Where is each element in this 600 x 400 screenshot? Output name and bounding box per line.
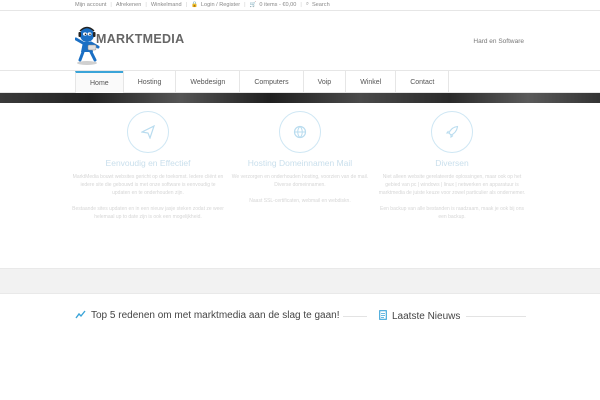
nav-item-computers[interactable]: Computers (239, 71, 302, 93)
divider-band (0, 268, 600, 294)
cart-link[interactable]: Winkelmand (151, 2, 182, 8)
hero-slider[interactable] (0, 93, 600, 103)
logo-text[interactable]: MARKTMEDIA (96, 32, 184, 46)
feature-text: We verzorgen en onderhouden hosting, voo… (220, 173, 380, 205)
document-icon (379, 310, 387, 322)
feature-card: Diversen Niet alleen website gerelateerd… (372, 111, 532, 229)
feature-card: Hosting Domeinnamen Mail We verzorgen en… (220, 111, 380, 213)
feature-text: MarktMedia bouwt websites gericht op de … (68, 173, 228, 221)
feature-paragraph: We verzorgen en onderhouden hosting, voo… (231, 174, 369, 188)
heading-rule (466, 316, 526, 317)
nav-item-hosting[interactable]: Hosting (122, 71, 176, 93)
feature-paragraph: Niet alleen website gerelateerde oplossi… (378, 174, 526, 196)
feature-paragraph: Bestaande sites updaten en in een nieuw … (72, 206, 224, 220)
top5-title: Top 5 redenen om met marktmedia aan de s… (91, 310, 340, 321)
news-title: Laatste Nieuws (392, 310, 461, 322)
site-header: MARKTMEDIA Hard en Software (0, 11, 600, 71)
main-navigation: Home Hosting Webdesign Computers Voip Wi… (0, 70, 600, 93)
top5-heading: Top 5 redenen om met marktmedia aan de s… (75, 310, 339, 321)
globe-icon (279, 111, 321, 153)
divider: | (244, 1, 246, 8)
checkout-link[interactable]: Afrekenen (116, 2, 142, 8)
divider: | (300, 1, 302, 8)
divider: | (110, 1, 112, 8)
trend-chart-icon (75, 310, 86, 321)
features-section: Eenvoudig en Effectief MarktMedia bouwt … (0, 103, 600, 268)
nav-item-webdesign[interactable]: Webdesign (175, 71, 239, 93)
nav-item-voip[interactable]: Voip (302, 71, 346, 93)
rocket-icon (431, 111, 473, 153)
feature-paragraph: MarktMedia bouwt websites gericht op de … (72, 174, 224, 196)
feature-title: Diversen (435, 158, 469, 168)
feature-text: Niet alleen website gerelateerde oplossi… (372, 173, 532, 221)
nav-item-home[interactable]: Home (75, 71, 123, 93)
heading-rule (343, 316, 367, 317)
lock-icon: 🔒 (191, 1, 198, 8)
cart-summary-link[interactable]: 0 items - €0,00 (259, 2, 296, 8)
feature-card: Eenvoudig en Effectief MarktMedia bouwt … (68, 111, 228, 229)
feature-title: Hosting Domeinnamen Mail (247, 158, 353, 168)
search-link[interactable]: Search (312, 2, 330, 8)
cart-icon: 🛒 (249, 1, 257, 8)
divider: | (185, 1, 188, 8)
divider: | (145, 1, 147, 8)
site-tagline: Hard en Software (473, 38, 524, 45)
feature-paragraph: Naast SSL-certificaten, webmail en webdi… (249, 198, 351, 204)
nav-item-winkel[interactable]: Winkel (345, 71, 395, 93)
nav-item-contact[interactable]: Contact (395, 71, 450, 93)
news-heading: Laatste Nieuws (379, 310, 460, 322)
login-link[interactable]: Login / Register (201, 2, 240, 8)
feature-title: Eenvoudig en Effectief (105, 158, 191, 168)
feature-paragraph: Een backup van alle bestanden is raadzaa… (380, 206, 524, 220)
search-icon[interactable]: ⌕ (306, 1, 309, 8)
top-utility-bar: Mijn account | Afrekenen | Winkelmand | … (0, 0, 600, 11)
paper-plane-icon (127, 111, 169, 153)
my-account-link[interactable]: Mijn account (75, 2, 106, 8)
